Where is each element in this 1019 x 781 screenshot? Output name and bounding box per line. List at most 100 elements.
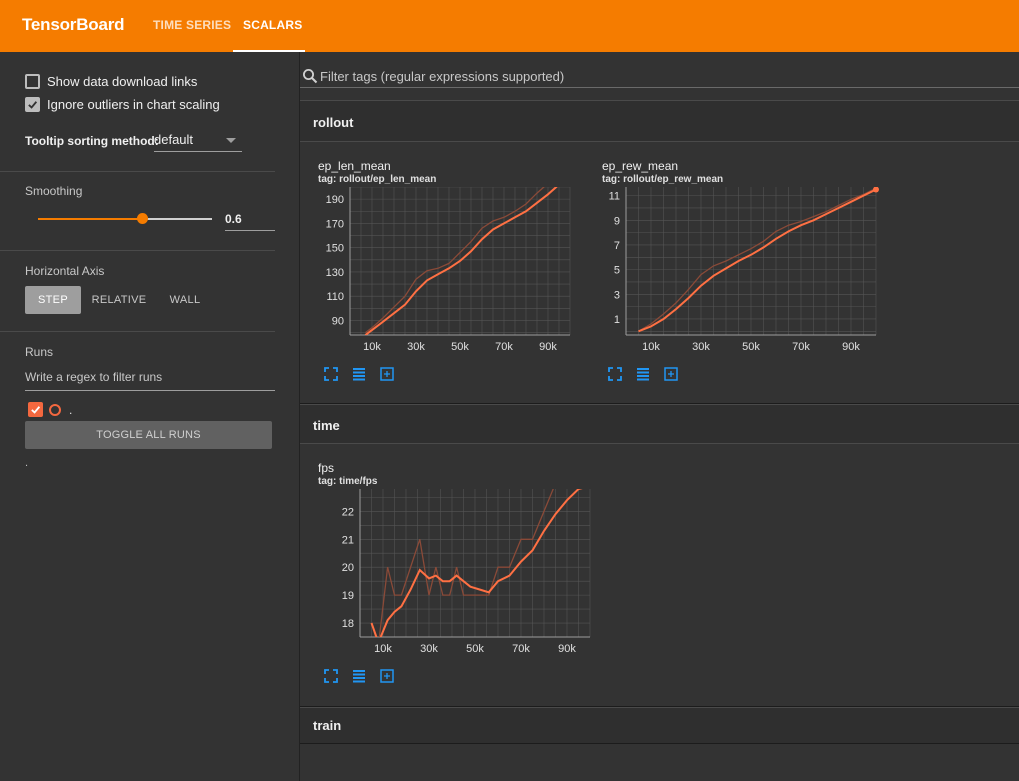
- tooltip-sort-label: Tooltip sorting method:: [25, 134, 159, 148]
- x-tick-label: 70k: [792, 341, 810, 353]
- y-tick-label: 1: [614, 314, 620, 326]
- toggle-all-runs-button[interactable]: TOGGLE ALL RUNS: [25, 421, 272, 449]
- x-tick-label: 30k: [407, 341, 425, 353]
- group-train: train: [300, 707, 1019, 744]
- y-tick-label: 3: [614, 289, 620, 301]
- chart-ep-rew-mean[interactable]: 10k 30k 50k 70k 90k 1 3 5 7 9 11: [602, 187, 880, 359]
- top-app-bar: TensorBoard TIME SERIES SCALARS: [0, 0, 1019, 52]
- smoothing-slider-fill: [38, 218, 143, 220]
- group-time: time fps tag: time/fps 10k 30k 50k 70k 90k 18…: [300, 404, 1019, 707]
- log-scale-icon[interactable]: [636, 367, 650, 381]
- group-header-train[interactable]: train: [313, 718, 341, 733]
- x-tick-label: 70k: [495, 341, 513, 353]
- y-tick-label: 11: [609, 191, 620, 203]
- ignore-outliers-checkbox[interactable]: Ignore outliers in chart scaling: [25, 96, 220, 112]
- series-end-point: [873, 187, 879, 193]
- axis-wall-button[interactable]: WALL: [160, 286, 210, 314]
- tab-scalars[interactable]: SCALARS: [243, 18, 302, 32]
- show-download-links-checkbox[interactable]: Show data download links: [25, 73, 197, 89]
- main-panel: Filter tags (regular expressions support…: [300, 52, 1019, 781]
- fit-domain-icon[interactable]: [380, 367, 394, 381]
- tooltip-sort-select[interactable]: default: [154, 130, 242, 152]
- runs-filter-input[interactable]: Write a regex to filter runs: [25, 370, 275, 391]
- y-tick-label: 170: [326, 218, 344, 230]
- checkbox-checked-icon[interactable]: [25, 96, 40, 112]
- fit-domain-icon[interactable]: [664, 367, 678, 381]
- chart-grid: [625, 187, 877, 335]
- card-title: ep_len_mean: [318, 159, 391, 173]
- x-tick-label: 90k: [558, 643, 576, 655]
- chart-fps[interactable]: 10k 30k 50k 70k 90k 18 19 20 21 22: [318, 489, 598, 661]
- x-tick-label: 10k: [642, 341, 660, 353]
- search-icon: [303, 69, 318, 84]
- y-tick-label: 19: [342, 590, 354, 602]
- x-tick-label: 10k: [374, 643, 392, 655]
- x-tick-label: 50k: [466, 643, 484, 655]
- y-tick-label: 130: [326, 267, 344, 279]
- x-tick-label: 70k: [512, 643, 530, 655]
- fullscreen-icon[interactable]: [324, 669, 338, 683]
- log-scale-icon[interactable]: [352, 367, 366, 381]
- series-line-smoothed: [370, 489, 583, 637]
- checkbox-unchecked-icon[interactable]: [25, 73, 40, 89]
- run-color-circle-icon[interactable]: [49, 403, 61, 416]
- card-toolbar: [324, 669, 394, 683]
- card-title: fps: [318, 461, 335, 475]
- horizontal-axis-label: Horizontal Axis: [25, 264, 105, 278]
- y-tick-label: 5: [614, 265, 620, 277]
- y-tick-label: 20: [342, 562, 354, 574]
- x-tick-label: 50k: [742, 341, 760, 353]
- y-tick-label: 9: [614, 215, 620, 227]
- divider: [0, 171, 275, 172]
- scalar-card-ep-len-mean: ep_len_mean tag: rollout/ep_len_mean 10k…: [318, 159, 578, 389]
- log-scale-icon[interactable]: [352, 669, 366, 683]
- smoothing-value-input[interactable]: 0.6: [225, 210, 275, 231]
- x-tick-label: 90k: [539, 341, 557, 353]
- card-title: ep_rew_mean: [602, 159, 679, 173]
- group-body-rollout: ep_len_mean tag: rollout/ep_len_mean 10k…: [300, 141, 1019, 403]
- tooltip-sort-value: default: [154, 132, 194, 147]
- group-rollout: rollout ep_len_mean tag: rollout/ep_len_…: [300, 100, 1019, 404]
- fullscreen-icon[interactable]: [608, 367, 622, 381]
- card-tag: tag: time/fps: [318, 476, 378, 487]
- fit-domain-icon[interactable]: [380, 669, 394, 683]
- run-row[interactable]: .: [28, 402, 72, 417]
- axis-relative-button[interactable]: RELATIVE: [86, 286, 152, 314]
- divider: [0, 250, 275, 251]
- tab-time-series[interactable]: TIME SERIES: [153, 18, 231, 32]
- run-checkbox[interactable]: [28, 402, 43, 417]
- scalar-card-ep-rew-mean: ep_rew_mean tag: rollout/ep_rew_mean 10k…: [602, 159, 882, 389]
- y-tick-label: 7: [614, 240, 620, 252]
- smoothing-label: Smoothing: [25, 184, 83, 198]
- card-toolbar: [608, 367, 678, 381]
- x-tick-label: 30k: [420, 643, 438, 655]
- sidebar: Show data download links Ignore outliers…: [0, 52, 300, 781]
- series-line-smoothed: [364, 187, 558, 335]
- tag-filter-input[interactable]: Filter tags (regular expressions support…: [320, 69, 564, 84]
- tag-filter[interactable]: Filter tags (regular expressions support…: [300, 64, 1019, 88]
- runs-footer: .: [25, 457, 29, 469]
- chart-grid: [359, 489, 591, 638]
- axis-step-button[interactable]: STEP: [25, 286, 81, 314]
- x-tick-label: 30k: [692, 341, 710, 353]
- card-toolbar: [324, 367, 394, 381]
- x-tick-label: 10k: [363, 341, 381, 353]
- chart-ep-len-mean[interactable]: 10k 30k 50k 70k 90k 90 110 130 150 170 190: [318, 187, 580, 359]
- group-header-rollout[interactable]: rollout: [313, 115, 353, 130]
- y-tick-label: 190: [326, 194, 344, 206]
- x-tick-label: 90k: [842, 341, 860, 353]
- y-tick-label: 18: [342, 618, 354, 630]
- runs-label: Runs: [25, 345, 54, 359]
- dropdown-arrow-icon: [226, 138, 236, 143]
- fullscreen-icon[interactable]: [324, 367, 338, 381]
- y-tick-label: 21: [342, 534, 354, 546]
- app-brand[interactable]: TensorBoard: [22, 15, 125, 35]
- group-header-time[interactable]: time: [313, 418, 340, 433]
- smoothing-slider-thumb[interactable]: [137, 213, 149, 224]
- divider: [0, 331, 275, 332]
- x-tick-label: 50k: [451, 341, 469, 353]
- smoothing-slider[interactable]: [38, 213, 212, 224]
- run-name: .: [69, 402, 73, 417]
- y-tick-label: 110: [326, 291, 344, 303]
- card-tag: tag: rollout/ep_len_mean: [318, 174, 437, 185]
